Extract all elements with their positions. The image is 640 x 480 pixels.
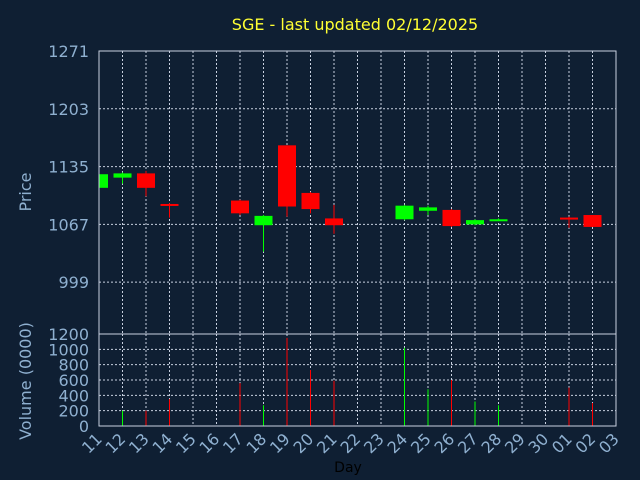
x-axis-label: Day [334, 460, 362, 476]
candle-body [442, 209, 461, 227]
candle-20 [301, 192, 320, 214]
price-tick-label: 1067 [48, 215, 89, 234]
price-tick-label: 1271 [48, 42, 89, 61]
candle-body [466, 220, 484, 225]
price-tick-label: 999 [58, 273, 89, 292]
candle-body [419, 207, 437, 211]
candle-body [489, 219, 508, 222]
candle-19 [278, 145, 296, 217]
price-tick-label: 1203 [48, 100, 89, 119]
candle-12 [113, 172, 132, 184]
candle-body [395, 205, 414, 220]
candle-body [301, 192, 320, 210]
candle-14 [160, 203, 179, 218]
candle-26 [442, 209, 461, 227]
candle-body [560, 217, 578, 220]
price-grid [98, 50, 617, 334]
price-tick-label: 1135 [48, 158, 89, 177]
volume-grid [98, 333, 617, 427]
candle-27 [466, 219, 484, 226]
stock-chart: SGE - last updated 02/12/2025 1271 1203 11… [16, 15, 623, 476]
candle-body [113, 173, 132, 178]
candlesticks [98, 145, 602, 252]
volume-axis-label: Volume (0000) [16, 322, 35, 440]
candle-body [231, 200, 249, 214]
candle-body [160, 203, 179, 206]
candle-01 [560, 216, 578, 228]
candle-body [99, 174, 108, 188]
candle-body [325, 218, 343, 226]
candle-02 [583, 215, 602, 227]
x-tick-label: 03 [595, 429, 623, 457]
volume-axis: 120010008006004002000 [48, 325, 89, 436]
candle-24 [395, 204, 414, 221]
candle-body [278, 145, 296, 207]
candle-body [583, 215, 602, 227]
candle-21 [325, 204, 343, 234]
candle-25 [419, 205, 437, 216]
candle-18 [254, 215, 273, 252]
candle-13 [137, 170, 155, 197]
candle-body [137, 173, 155, 188]
price-axis-label: Price [16, 172, 35, 211]
candle-body [254, 215, 273, 226]
candle-17 [231, 199, 249, 216]
chart-title: SGE - last updated 02/12/2025 [232, 15, 478, 34]
price-axis: 1271 1203 1135 1067 999 [48, 42, 89, 292]
candle-11 [98, 174, 108, 188]
x-axis: 1112131415161718192021222324252627282930… [78, 429, 623, 457]
candle-28 [489, 218, 508, 222]
